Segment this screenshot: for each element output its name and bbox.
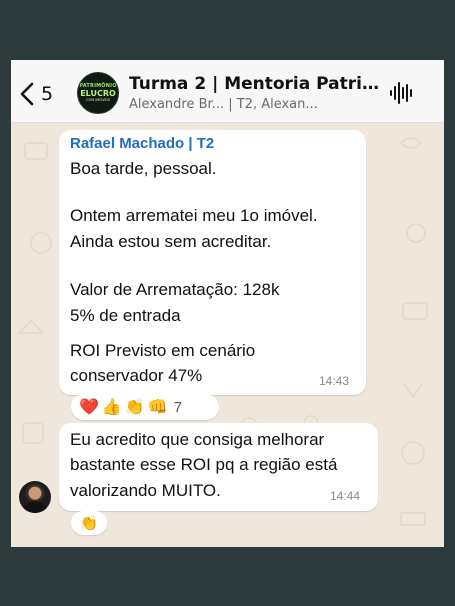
message-bubble[interactable]: Eu acredito que consiga melhorar bastant… — [59, 423, 378, 511]
message-line: Boa tarde, pessoal. — [70, 159, 217, 178]
avatar-shoulders — [23, 501, 47, 513]
logo-text-2: ELUCRO — [80, 89, 116, 98]
sender-name[interactable]: Rafael Machado | T2 — [70, 135, 214, 152]
unread-count: 5 — [41, 83, 54, 105]
chat-header: 5 PATRIMÔNIO ELUCRO COM IMÓVEIS Turma 2 … — [11, 60, 444, 123]
message-line: Ontem arrematei meu 1o imóvel. — [70, 206, 318, 225]
message-time: 14:44 — [330, 489, 361, 503]
reactions-bar[interactable]: ❤️ 👍 👏 👊 7 — [71, 394, 219, 420]
thumbs-up-emoji-icon: 👍 — [101, 397, 122, 416]
clapping-emoji-icon: 👏 — [124, 397, 145, 416]
audio-call-button[interactable] — [388, 80, 414, 106]
message-line: Valor de Arrematação: 128k — [70, 280, 280, 299]
chevron-left-icon — [19, 81, 35, 107]
message-line: bastante esse ROI pq a região está — [70, 455, 338, 474]
back-button[interactable]: 5 — [19, 80, 67, 108]
message-line: conservador 47% — [70, 366, 203, 385]
group-avatar[interactable]: PATRIMÔNIO ELUCRO COM IMÓVEIS — [77, 72, 119, 114]
fist-emoji-icon: 👊 — [147, 397, 168, 416]
reactions-bar[interactable]: 👏 — [71, 511, 107, 535]
logo-text-3: COM IMÓVEIS — [86, 98, 110, 102]
clapping-emoji-icon: 👏 — [79, 514, 99, 532]
message-line: valorizando MUITO. — [70, 481, 221, 500]
avatar[interactable] — [19, 481, 51, 513]
chat-window: 5 PATRIMÔNIO ELUCRO COM IMÓVEIS Turma 2 … — [11, 60, 444, 547]
message-line: 5% de entrada — [70, 306, 181, 325]
audio-waveform-icon — [390, 82, 412, 104]
group-title[interactable]: Turma 2 | Mentoria Patrimô... — [129, 74, 381, 94]
heart-emoji-icon: ❤️ — [79, 397, 99, 416]
message-line: Ainda estou sem acreditar. — [70, 232, 272, 251]
message-bubble[interactable]: Rafael Machado | T2 Boa tarde, pessoal. … — [59, 130, 366, 395]
message-time: 14:43 — [319, 374, 350, 388]
group-members[interactable]: Alexandre Br... | T2, Alexan... — [129, 97, 381, 112]
message-line: ROI Previsto em cenário — [70, 341, 256, 360]
message-line: Eu acredito que consiga melhorar — [70, 430, 325, 449]
reaction-count: 7 — [173, 398, 183, 416]
